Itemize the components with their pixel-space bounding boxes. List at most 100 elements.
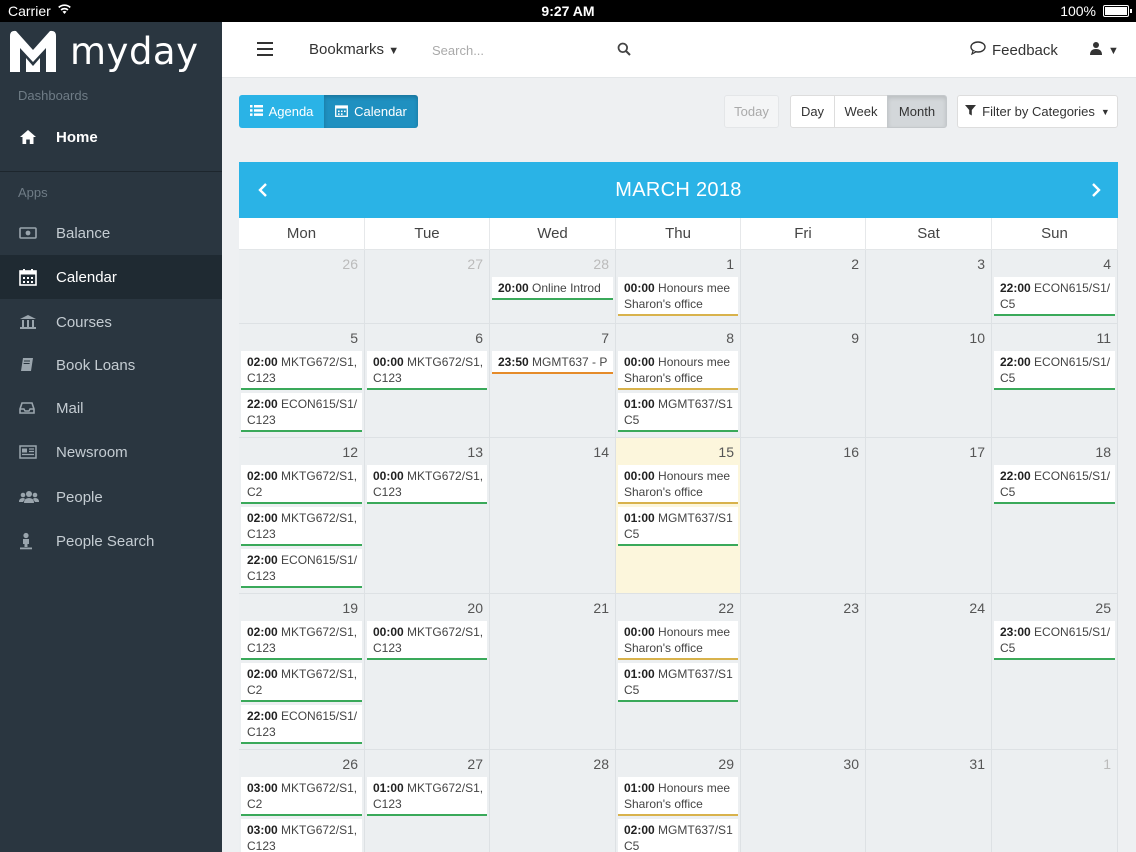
- filter-categories-dropdown[interactable]: Filter by Categories ▼: [957, 95, 1118, 128]
- day-cell[interactable]: 7 23:50 MGMT637 - P: [490, 324, 616, 438]
- week-view-button[interactable]: Week: [834, 95, 888, 128]
- day-cell[interactable]: 16: [741, 438, 866, 594]
- day-cell[interactable]: 13 00:00 MKTG672/S1, C123: [365, 438, 490, 594]
- calendar-view-button[interactable]: Calendar: [324, 95, 418, 128]
- day-cell[interactable]: 5 02:00 MKTG672/S1, C123 22:00 ECON615/S1/C…: [239, 324, 365, 438]
- day-cell[interactable]: 19 02:00 MKTG672/S1, C123 02:00 MKTG672/S1,…: [239, 594, 365, 750]
- day-cell[interactable]: 28: [490, 750, 616, 852]
- day-cell[interactable]: 24: [866, 594, 992, 750]
- day-cell[interactable]: 28 20:00 Online Introd: [490, 250, 616, 324]
- sidebar-divider: [0, 171, 222, 172]
- calendar-event[interactable]: 01:00 MGMT637/S1 C5: [618, 663, 738, 702]
- sidebar-item-people-search[interactable]: People Search: [0, 519, 222, 563]
- calendar-event[interactable]: 03:00 MKTG672/S1, C123: [241, 819, 362, 852]
- calendar-event[interactable]: 00:00 Honours mee Sharon's office: [618, 621, 738, 660]
- logo[interactable]: myday: [8, 27, 199, 75]
- calendar-event[interactable]: 02:00 MKTG672/S1, C2: [241, 663, 362, 702]
- calendar-event[interactable]: 22:00 ECON615/S1/C123: [241, 549, 362, 588]
- day-cell[interactable]: 6 00:00 MKTG672/S1, C123: [365, 324, 490, 438]
- sidebar-item-balance[interactable]: Balance: [0, 211, 222, 255]
- search-input[interactable]: [432, 39, 632, 61]
- day-cell[interactable]: 2: [741, 250, 866, 324]
- day-view-button[interactable]: Day: [790, 95, 835, 128]
- feedback-button[interactable]: Feedback: [970, 41, 1058, 59]
- sidebar-item-mail[interactable]: Mail: [0, 386, 222, 430]
- day-cell[interactable]: 1: [992, 750, 1118, 852]
- calendar-event[interactable]: 02:00 MKTG672/S1, C123: [241, 621, 362, 660]
- event-title: MKTG672/S1,: [407, 355, 484, 369]
- calendar-event[interactable]: 22:00 ECON615/S1/C5: [994, 351, 1115, 390]
- calendar-event[interactable]: 23:00 ECON615/S1/C5: [994, 621, 1115, 660]
- day-cell[interactable]: 12 02:00 MKTG672/S1, C2 02:00 MKTG672/S1, C1…: [239, 438, 365, 594]
- day-cell[interactable]: 27: [365, 250, 490, 324]
- day-number: 12: [342, 444, 358, 460]
- calendar-event[interactable]: 02:00 MKTG672/S1, C123: [241, 351, 362, 390]
- day-cell[interactable]: 26: [239, 250, 365, 324]
- day-cell[interactable]: 25 23:00 ECON615/S1/C5: [992, 594, 1118, 750]
- day-cell[interactable]: 27 01:00 MKTG672/S1, C123: [365, 750, 490, 852]
- day-cell[interactable]: 3: [866, 250, 992, 324]
- calendar-event[interactable]: 03:00 MKTG672/S1, C2: [241, 777, 362, 816]
- day-cell[interactable]: 15 00:00 Honours mee Sharon's office 01:00 …: [616, 438, 741, 594]
- calendar-event[interactable]: 01:00 Honours mee Sharon's office: [618, 777, 738, 816]
- day-cell[interactable]: 9: [741, 324, 866, 438]
- day-cell[interactable]: 30: [741, 750, 866, 852]
- day-cell[interactable]: 20 00:00 MKTG672/S1, C123: [365, 594, 490, 750]
- event-time: 00:00: [373, 355, 404, 369]
- calendar-event[interactable]: 00:00 Honours mee Sharon's office: [618, 351, 738, 390]
- calendar-event[interactable]: 02:00 MGMT637/S1 C5: [618, 819, 738, 852]
- menu-toggle-icon[interactable]: [257, 42, 273, 56]
- day-cell[interactable]: 31: [866, 750, 992, 852]
- calendar-event[interactable]: 00:00 MKTG672/S1, C123: [367, 351, 487, 390]
- next-month-button[interactable]: [1084, 178, 1108, 202]
- day-cell[interactable]: 22 00:00 Honours mee Sharon's office 01:00 …: [616, 594, 741, 750]
- calendar-event[interactable]: 20:00 Online Introd: [492, 277, 613, 300]
- day-cell[interactable]: 10: [866, 324, 992, 438]
- day-cell[interactable]: 14: [490, 438, 616, 594]
- agenda-view-button[interactable]: Agenda: [239, 95, 324, 128]
- calendar-event[interactable]: 00:00 MKTG672/S1, C123: [367, 465, 487, 504]
- sidebar-item-book-loans[interactable]: Book Loans: [0, 343, 222, 387]
- day-number: 13: [467, 444, 483, 460]
- sidebar-item-people[interactable]: People: [0, 475, 222, 519]
- user-menu[interactable]: ▼: [1090, 41, 1119, 60]
- calendar-event[interactable]: 23:50 MGMT637 - P: [492, 351, 613, 374]
- calendar-event[interactable]: 01:00 MGMT637/S1 C5: [618, 507, 738, 546]
- weekday-header: Sat: [866, 218, 992, 250]
- sidebar-item-newsroom[interactable]: Newsroom: [0, 430, 222, 474]
- day-cell[interactable]: 17: [866, 438, 992, 594]
- sidebar-item-home[interactable]: Home: [0, 115, 222, 159]
- sidebar-item-courses[interactable]: Courses: [0, 300, 222, 344]
- day-cell[interactable]: 23: [741, 594, 866, 750]
- day-cell[interactable]: 26 03:00 MKTG672/S1, C2 03:00 MKTG672/S1, C1…: [239, 750, 365, 852]
- event-title: Honours mee: [658, 625, 731, 639]
- calendar-event[interactable]: 02:00 MKTG672/S1, C123: [241, 507, 362, 546]
- day-cell[interactable]: 4 22:00 ECON615/S1/C5: [992, 250, 1118, 324]
- day-cell[interactable]: 1 00:00 Honours mee Sharon's office: [616, 250, 741, 324]
- event-location: Sharon's office: [624, 371, 703, 385]
- event-time: 00:00: [373, 469, 404, 483]
- day-cell[interactable]: 18 22:00 ECON615/S1/C5: [992, 438, 1118, 594]
- day-cell[interactable]: 29 01:00 Honours mee Sharon's office 02:00 …: [616, 750, 741, 852]
- calendar-event[interactable]: 00:00 Honours mee Sharon's office: [618, 277, 738, 316]
- event-time: 00:00: [624, 355, 655, 369]
- day-cell[interactable]: 8 00:00 Honours mee Sharon's office 01:00 M…: [616, 324, 741, 438]
- calendar-event[interactable]: 02:00 MKTG672/S1, C2: [241, 465, 362, 504]
- calendar-event[interactable]: 22:00 ECON615/S1/C123: [241, 393, 362, 432]
- day-cell[interactable]: 21: [490, 594, 616, 750]
- day-cell[interactable]: 11 22:00 ECON615/S1/C5: [992, 324, 1118, 438]
- calendar-event[interactable]: 22:00 ECON615/S1/C5: [994, 465, 1115, 504]
- weekday-header-row: Mon Tue Wed Thu Fri Sat Sun: [239, 218, 1118, 250]
- sidebar-item-calendar[interactable]: Calendar: [0, 255, 222, 299]
- calendar-event[interactable]: 01:00 MGMT637/S1 C5: [618, 393, 738, 432]
- bookmarks-dropdown[interactable]: Bookmarks ▼: [309, 41, 399, 58]
- event-location: C5: [624, 413, 640, 427]
- calendar-event[interactable]: 00:00 MKTG672/S1, C123: [367, 621, 487, 660]
- search-icon[interactable]: [617, 42, 631, 61]
- today-button[interactable]: Today: [724, 95, 779, 128]
- calendar-event[interactable]: 22:00 ECON615/S1/C123: [241, 705, 362, 744]
- calendar-event[interactable]: 22:00 ECON615/S1/C5: [994, 277, 1115, 316]
- calendar-event[interactable]: 00:00 Honours mee Sharon's office: [618, 465, 738, 504]
- calendar-event[interactable]: 01:00 MKTG672/S1, C123: [367, 777, 487, 816]
- month-view-button[interactable]: Month: [887, 95, 947, 128]
